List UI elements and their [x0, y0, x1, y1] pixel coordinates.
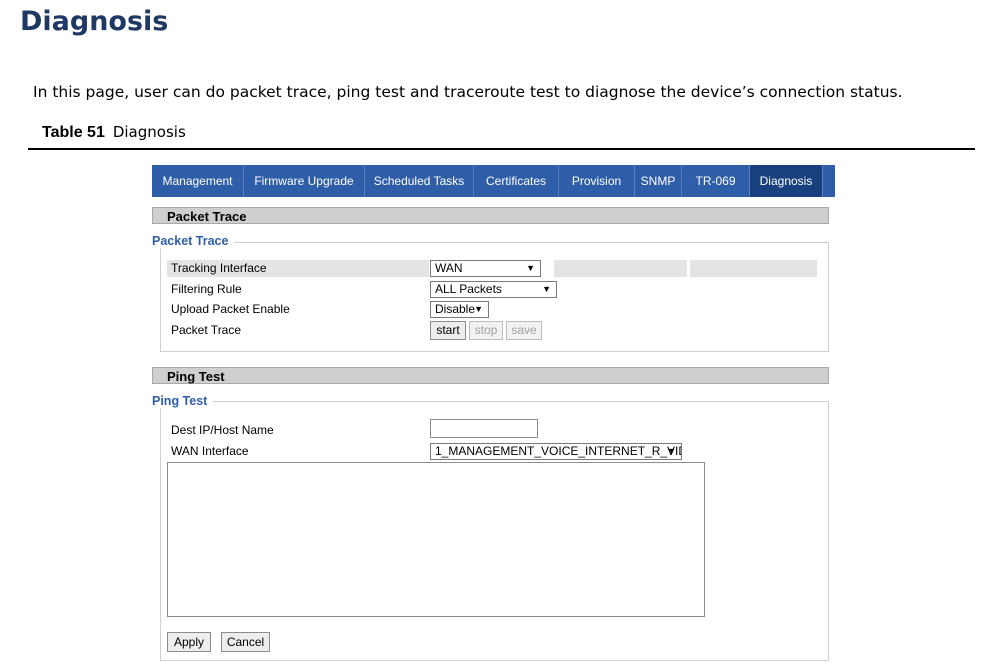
- caption-text: Diagnosis: [112, 123, 186, 141]
- start-button[interactable]: start: [430, 321, 466, 340]
- dropdown-arrow-icon: ▼: [526, 263, 535, 273]
- upload-packet-select[interactable]: Disable ▼: [430, 301, 489, 318]
- tracking-interface-select[interactable]: WAN ▼: [430, 260, 541, 277]
- tracking-interface-label: Tracking Interface: [171, 261, 267, 275]
- apply-button[interactable]: Apply: [167, 632, 211, 652]
- wan-interface-select[interactable]: 1_MANAGEMENT_VOICE_INTERNET_R_VID_ ▼: [430, 443, 682, 460]
- tab-management[interactable]: Management: [152, 165, 244, 197]
- dropdown-arrow-icon: ▼: [667, 446, 676, 456]
- ping-test-header: Ping Test: [152, 367, 829, 384]
- tab-certificates[interactable]: Certificates: [474, 165, 559, 197]
- tab-provision[interactable]: Provision: [559, 165, 635, 197]
- packet-trace-legend: Packet Trace: [152, 234, 235, 248]
- caption-label: Table 51: [42, 124, 105, 141]
- save-button[interactable]: save: [506, 321, 542, 340]
- page-title: Diagnosis: [20, 6, 169, 37]
- tracking-row-bg-right: [690, 260, 817, 277]
- tab-tr069[interactable]: TR-069: [682, 165, 750, 197]
- upload-packet-value: Disable: [435, 302, 476, 316]
- tab-scheduled-tasks[interactable]: Scheduled Tasks: [365, 165, 474, 197]
- filtering-rule-label: Filtering Rule: [171, 282, 242, 296]
- tab-firmware-upgrade[interactable]: Firmware Upgrade: [244, 165, 365, 197]
- tab-bar: Management Firmware Upgrade Scheduled Ta…: [152, 165, 835, 197]
- upload-packet-label: Upload Packet Enable: [171, 302, 290, 316]
- packet-trace-label: Packet Trace: [171, 323, 242, 337]
- table-caption: Table 51 Diagnosis: [42, 123, 186, 142]
- dest-host-input[interactable]: [430, 419, 538, 438]
- dropdown-arrow-icon: ▼: [474, 304, 483, 314]
- stop-button[interactable]: stop: [469, 321, 503, 340]
- filtering-rule-value: ALL Packets: [435, 282, 502, 296]
- tracking-interface-value: WAN: [435, 261, 463, 275]
- cancel-button[interactable]: Cancel: [221, 632, 270, 652]
- ping-test-legend: Ping Test: [152, 394, 214, 408]
- packet-trace-header: Packet Trace: [152, 207, 829, 224]
- dest-host-label: Dest IP/Host Name: [171, 423, 274, 437]
- ping-output-textarea[interactable]: [167, 462, 705, 617]
- tab-snmp[interactable]: SNMP: [635, 165, 682, 197]
- tab-diagnosis[interactable]: Diagnosis: [750, 165, 823, 197]
- filtering-rule-select[interactable]: ALL Packets ▼: [430, 281, 557, 298]
- caption-divider: [28, 148, 975, 150]
- wan-interface-value: 1_MANAGEMENT_VOICE_INTERNET_R_VID_: [435, 444, 682, 458]
- wan-interface-label: WAN Interface: [171, 444, 249, 458]
- intro-paragraph: In this page, user can do packet trace, …: [33, 83, 903, 101]
- dropdown-arrow-icon: ▼: [542, 284, 551, 294]
- tracking-row-bg-mid: [554, 260, 687, 277]
